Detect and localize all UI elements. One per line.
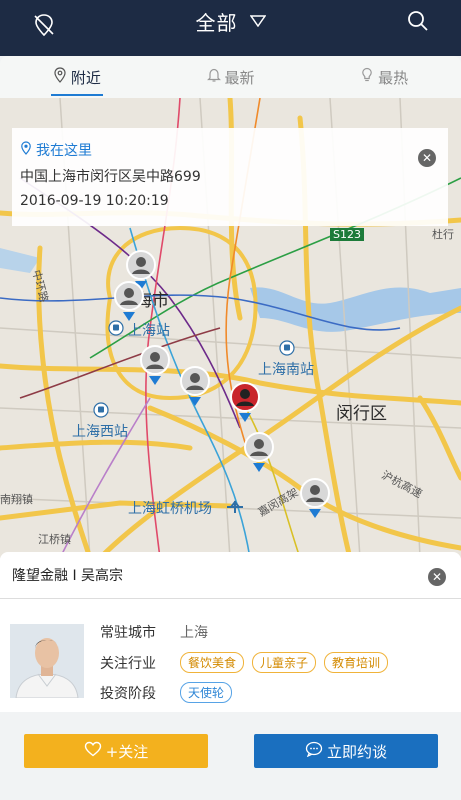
airport-icon	[226, 499, 244, 519]
bulb-icon	[360, 67, 374, 87]
profile-card: 隆望金融 I 吴高宗 ✕ 常驻城市 上海 关注行业 餐饮美食 儿童亲子 教育培训…	[0, 552, 461, 712]
tab-nearby[interactable]: 附近	[0, 56, 154, 98]
tab-bar: 附近 最新 最热	[0, 56, 461, 98]
triangle-down-icon	[249, 12, 266, 31]
heart-icon	[84, 741, 102, 761]
map-label-nanxiang: 南翔镇	[0, 493, 33, 506]
user-pin[interactable]	[178, 366, 212, 410]
map-label-jiangqiao: 江桥镇	[38, 533, 71, 546]
location-address: 中国上海市闵行区吴中路699	[20, 169, 201, 185]
follow-button[interactable]: +关注	[24, 734, 208, 768]
map-label-du: 杜行	[432, 228, 454, 241]
location-icon	[20, 141, 32, 159]
city-row: 常驻城市 上海	[100, 622, 208, 642]
city-value: 上海	[180, 625, 208, 641]
chat-label: 立即约谈	[326, 742, 387, 761]
map-label-minhang: 闵行区	[336, 404, 387, 424]
train-station-icon	[279, 340, 295, 360]
industry-tag: 教育培训	[324, 652, 389, 673]
tab-hottest[interactable]: 最热	[307, 56, 461, 98]
selected-user-pin[interactable]	[228, 382, 262, 426]
location-title: 我在这里	[20, 140, 448, 160]
stage-label: 投资阶段	[100, 685, 156, 702]
map-view[interactable]: 海市 上海站 上海南站 闵行区 上海西站 上海虹桥机场 南翔镇 江桥镇 沪杭高速…	[0, 98, 461, 558]
close-icon[interactable]: ✕	[418, 149, 436, 167]
map-label-hongqiao: 上海虹桥机场	[128, 501, 212, 517]
avatar[interactable]	[10, 624, 84, 698]
map-label-shanghai-south: 上海南站	[258, 362, 314, 378]
tab-label: 附近	[70, 68, 101, 87]
title-dropdown[interactable]: 全部	[0, 0, 461, 42]
user-pin[interactable]	[242, 432, 276, 476]
location-title-text: 我在这里	[36, 143, 92, 159]
user-pin[interactable]	[298, 478, 332, 522]
map-label-shanghai-west: 上海西站	[72, 424, 128, 440]
page-title: 全部	[195, 10, 238, 35]
stage-row: 投资阶段 天使轮	[100, 682, 240, 703]
chat-bubble-icon	[305, 741, 323, 761]
bell-icon	[206, 67, 221, 87]
tab-label: 最热	[378, 68, 409, 87]
follow-label: +关注	[105, 742, 149, 761]
industry-tag: 儿童亲子	[252, 652, 317, 673]
industry-tag: 餐饮美食	[180, 652, 245, 673]
user-pin[interactable]	[138, 345, 172, 389]
stage-tag: 天使轮	[180, 682, 233, 703]
profile-header: 隆望金融 I 吴高宗	[0, 552, 461, 599]
city-label: 常驻城市	[100, 625, 156, 641]
user-pin[interactable]	[112, 281, 146, 325]
tab-label: 最新	[224, 68, 255, 87]
industry-row: 关注行业 餐饮美食 儿童亲子 教育培训	[100, 652, 396, 673]
location-icon	[53, 67, 67, 87]
location-timestamp: 2016-09-19 10:20:19	[20, 193, 169, 209]
top-navbar: 全部	[0, 0, 461, 56]
tab-latest[interactable]: 最新	[154, 56, 308, 98]
map-label-s123: S123	[330, 228, 364, 241]
train-station-icon	[93, 402, 109, 422]
current-location-card: 我在这里 中国上海市闵行区吴中路699 2016-09-19 10:20:19 …	[12, 128, 448, 226]
action-bar: +关注 立即约谈	[0, 712, 461, 800]
close-icon[interactable]: ✕	[428, 568, 446, 586]
search-icon[interactable]	[405, 8, 431, 34]
industry-label: 关注行业	[100, 655, 156, 672]
chat-button[interactable]: 立即约谈	[254, 734, 438, 768]
